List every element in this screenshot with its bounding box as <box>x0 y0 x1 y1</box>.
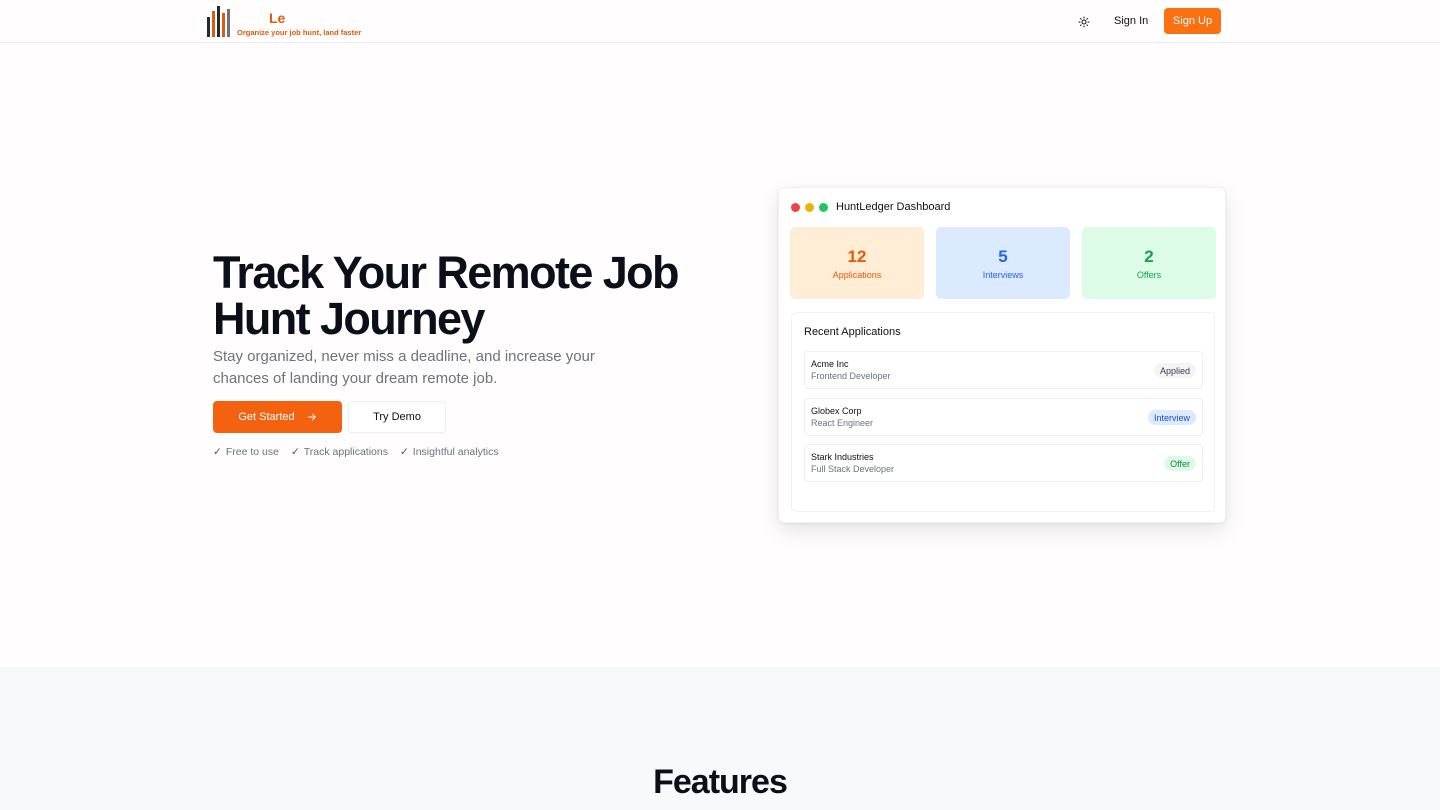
recent-applications-title: Recent Applications <box>804 326 901 338</box>
dashboard-preview-card: HuntLedger Dashboard 12 Applications 5 I… <box>778 187 1226 523</box>
stat-card-applications: 12 Applications <box>790 227 924 299</box>
application-role: React Engineer <box>811 418 874 428</box>
perks-list: ✓ Free to use ✓ Track applications ✓ Ins… <box>213 446 499 458</box>
check-icon: ✓ <box>399 446 409 458</box>
get-started-button[interactable]: Get Started <box>213 401 342 433</box>
stat-label: Interviews <box>982 269 1024 280</box>
perk-item: ✓ Track applications <box>291 446 388 458</box>
dashboard-title: HuntLedger Dashboard <box>836 201 951 213</box>
application-role: Full Stack Developer <box>811 464 895 474</box>
logo-tagline: Organize your job hunt, land faster <box>237 28 362 37</box>
stat-card-interviews: 5 Interviews <box>936 227 1070 299</box>
top-navbar: Le Organize your job hunt, land faster S… <box>0 0 1440 43</box>
maximize-dot-icon <box>819 203 828 212</box>
application-row[interactable]: Globex Corp React Engineer Interview <box>804 398 1203 436</box>
logo-bars-icon <box>207 6 231 37</box>
check-icon: ✓ <box>213 446 222 458</box>
perk-label: Track applications <box>303 446 388 458</box>
logo[interactable]: Le Organize your job hunt, land faster <box>207 6 361 38</box>
status-badge: Interview <box>1147 410 1196 425</box>
hero-title: Track Your Remote Job Hunt Journey <box>213 247 680 344</box>
perk-label: Insightful analytics <box>412 446 499 458</box>
logo-name: Le <box>269 10 286 26</box>
perk-item: ✓ Insightful analytics <box>400 446 499 458</box>
stat-value: 12 <box>847 246 867 266</box>
stat-label: Offers <box>1136 269 1162 280</box>
status-badge: Offer <box>1164 456 1196 471</box>
arrow-right-icon <box>307 413 316 421</box>
theme-toggle-button[interactable] <box>1073 11 1095 33</box>
application-role: Frontend Developer <box>811 371 891 381</box>
sun-icon <box>1078 16 1090 28</box>
application-company: Globex Corp <box>811 406 862 416</box>
application-company: Acme Inc <box>811 359 849 369</box>
features-title: Features <box>653 763 788 801</box>
perk-label: Free to use <box>225 446 279 458</box>
sign-up-button[interactable]: Sign Up <box>1164 8 1221 34</box>
close-dot-icon <box>791 203 800 212</box>
perk-item: ✓ Free to use <box>213 446 279 458</box>
stat-value: 5 <box>998 246 1008 266</box>
try-demo-button[interactable]: Try Demo <box>348 401 446 433</box>
window-controls <box>791 203 828 212</box>
sign-in-button[interactable]: Sign In <box>1106 8 1156 34</box>
get-started-label: Get Started <box>238 411 295 423</box>
stat-value: 2 <box>1144 246 1154 266</box>
minimize-dot-icon <box>805 203 814 212</box>
check-icon: ✓ <box>290 446 300 458</box>
stat-label: Applications <box>832 269 882 280</box>
stat-card-offers: 2 Offers <box>1082 227 1216 299</box>
hero-subtitle: Stay organized, never miss a deadline, a… <box>213 348 595 387</box>
application-row[interactable]: Stark Industries Full Stack Developer Of… <box>804 444 1203 482</box>
application-row[interactable]: Acme Inc Frontend Developer Applied <box>804 351 1203 389</box>
application-company: Stark Industries <box>811 452 874 462</box>
recent-applications-panel: Recent Applications Acme Inc Frontend De… <box>791 312 1215 512</box>
status-badge: Applied <box>1153 363 1196 378</box>
